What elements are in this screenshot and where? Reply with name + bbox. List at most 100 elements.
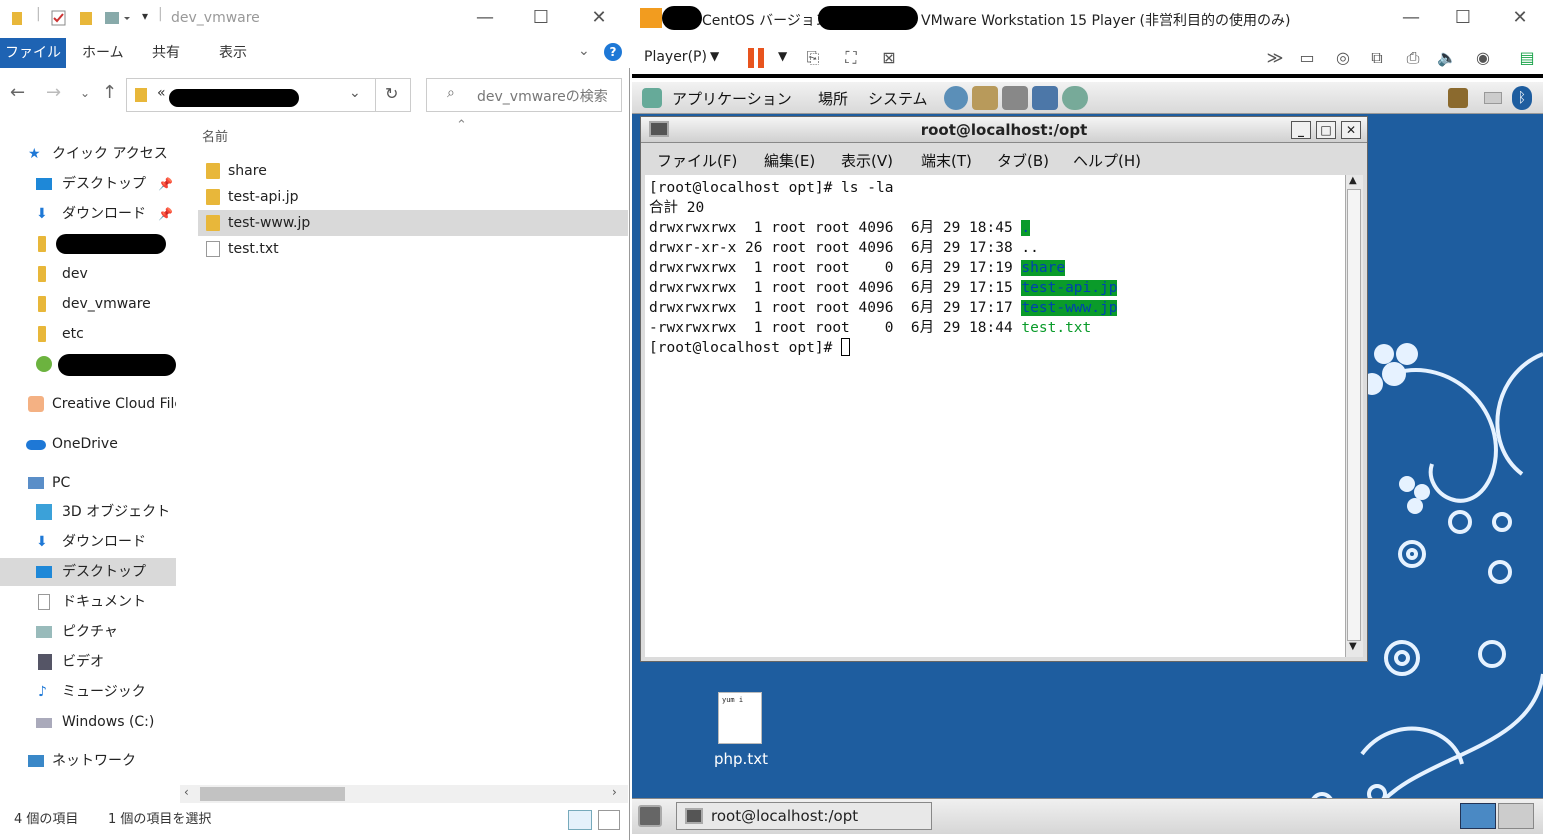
network-adapter-icon[interactable]: ⧉ bbox=[1366, 48, 1388, 68]
nav-pictures[interactable]: ピクチャ bbox=[0, 618, 176, 646]
nav-desktop[interactable]: デスクトップ 📌 bbox=[0, 170, 176, 198]
desktop-file-icon[interactable]: yum i bbox=[718, 692, 762, 744]
close-button[interactable]: ✕ bbox=[584, 6, 614, 32]
scroll-left-icon[interactable]: ‹ bbox=[184, 785, 189, 799]
nav-etc[interactable]: etc bbox=[0, 320, 176, 348]
horizontal-scrollbar[interactable]: ‹ › bbox=[180, 785, 628, 803]
recent-dropdown-icon[interactable]: ⌄ bbox=[80, 86, 90, 100]
update-icon[interactable] bbox=[1448, 88, 1468, 108]
new-folder-icon[interactable] bbox=[78, 9, 96, 27]
menu-places[interactable]: 場所 bbox=[818, 88, 848, 109]
workspace-2[interactable] bbox=[1498, 803, 1534, 829]
workspace-1[interactable] bbox=[1460, 803, 1496, 829]
file-row[interactable]: test-api.jp bbox=[198, 184, 628, 210]
scroll-up-icon[interactable]: ▲ bbox=[1349, 175, 1357, 186]
show-desktop-icon[interactable] bbox=[638, 805, 662, 827]
fullscreen-icon[interactable]: ⛶ bbox=[840, 48, 862, 68]
tab-share[interactable]: 共有 bbox=[152, 42, 180, 64]
nav-documents[interactable]: ドキュメント bbox=[0, 588, 176, 616]
menu-help[interactable]: ヘルプ(H) bbox=[1073, 150, 1141, 171]
qa-dropdown-icon[interactable]: ▾ bbox=[142, 9, 148, 23]
nav-pc-downloads[interactable]: ⬇ ダウンロード bbox=[0, 528, 176, 556]
bluetooth-icon[interactable]: ᛒ bbox=[1512, 86, 1532, 110]
scroll-thumb[interactable] bbox=[200, 787, 345, 801]
column-header-name[interactable]: 名前 bbox=[202, 126, 228, 145]
nav-dev[interactable]: dev bbox=[0, 260, 176, 288]
terminal-minimize-button[interactable]: _ bbox=[1291, 121, 1311, 139]
more-icon[interactable]: ≫ bbox=[1264, 48, 1286, 68]
scroll-right-icon[interactable]: › bbox=[612, 785, 617, 799]
maximize-button[interactable]: ☐ bbox=[1448, 6, 1478, 32]
menu-view[interactable]: 表示(V) bbox=[841, 150, 893, 171]
menu-applications[interactable]: アプリケーション bbox=[672, 88, 792, 109]
help-hat-icon[interactable] bbox=[1062, 86, 1088, 110]
address-dropdown-icon[interactable]: ⌄ bbox=[349, 85, 361, 101]
file-row[interactable]: test.txt bbox=[198, 236, 628, 262]
message-icon[interactable]: ▤ bbox=[1516, 48, 1538, 68]
back-icon[interactable]: ← bbox=[10, 82, 25, 103]
help-icon[interactable]: ? bbox=[604, 43, 622, 61]
forward-icon[interactable]: → bbox=[46, 82, 61, 103]
editor-icon[interactable] bbox=[1002, 86, 1028, 110]
nav-creative-cloud[interactable]: Creative Cloud Files bbox=[0, 390, 176, 418]
expand-ribbon-icon[interactable]: ⌄ bbox=[578, 43, 590, 59]
details-view-icon[interactable] bbox=[568, 810, 592, 830]
nav-music[interactable]: ♪ ミュージック bbox=[0, 678, 176, 706]
cd-icon[interactable]: ◎ bbox=[1332, 48, 1354, 68]
player-dropdown-icon[interactable]: ▼ bbox=[710, 49, 719, 63]
file-row-selected[interactable]: test-www.jp bbox=[198, 210, 628, 236]
address-field[interactable]: « ⌄ ↻ bbox=[126, 78, 411, 112]
tab-file[interactable]: ファイル bbox=[0, 38, 66, 68]
nav-dev-vmware[interactable]: dev_vmware bbox=[0, 290, 176, 318]
menu-edit[interactable]: 編集(E) bbox=[764, 150, 815, 171]
nav-3d-objects[interactable]: 3D オブジェクト bbox=[0, 498, 176, 526]
search-input[interactable]: ⌕ dev_vmwareの検索 bbox=[426, 78, 622, 112]
scroll-down-icon[interactable]: ▼ bbox=[1349, 641, 1357, 652]
scroll-thumb[interactable] bbox=[1347, 189, 1361, 641]
terminal-output[interactable]: [root@localhost opt]# ls -la 合計 20 drwxrwx… bbox=[645, 175, 1345, 657]
file-row[interactable]: share bbox=[198, 158, 628, 184]
presentation-icon[interactable] bbox=[1032, 86, 1058, 110]
close-button[interactable]: ✕ bbox=[1505, 6, 1535, 32]
printer-icon[interactable]: ⎙ bbox=[1402, 48, 1424, 68]
nav-windows-c[interactable]: Windows (C:) bbox=[0, 708, 176, 736]
nav-downloads[interactable]: ⬇ ダウンロード 📌 bbox=[0, 200, 176, 228]
mail-icon[interactable] bbox=[972, 86, 998, 110]
player-menu[interactable]: Player(P) bbox=[644, 49, 707, 65]
up-icon[interactable]: ↑ bbox=[102, 82, 117, 103]
terminal-scrollbar[interactable]: ▲ ▼ bbox=[1345, 175, 1363, 657]
nav-redacted-folder[interactable] bbox=[0, 230, 176, 258]
taskbar-terminal-button[interactable]: root@localhost:/opt bbox=[676, 802, 932, 830]
pause-icon[interactable] bbox=[748, 48, 754, 68]
minimize-button[interactable]: — bbox=[1396, 6, 1426, 32]
pause-dropdown-icon[interactable]: ▼ bbox=[778, 49, 787, 63]
menu-terminal[interactable]: 端末(T) bbox=[921, 150, 972, 171]
large-icons-view-icon[interactable] bbox=[598, 810, 620, 830]
nav-videos[interactable]: ビデオ bbox=[0, 648, 176, 676]
properties-icon[interactable] bbox=[50, 9, 68, 27]
nav-redacted-item[interactable] bbox=[0, 350, 176, 378]
maximize-button[interactable]: ☐ bbox=[526, 6, 556, 32]
nav-network[interactable]: ネットワーク bbox=[0, 747, 176, 775]
refresh-icon[interactable]: ↻ bbox=[385, 84, 398, 103]
unity-icon[interactable]: ⊠ bbox=[878, 48, 900, 68]
nav-pc-desktop[interactable]: デスクトップ bbox=[0, 558, 176, 586]
hdd-icon[interactable]: ▭ bbox=[1296, 48, 1318, 68]
nav-pc[interactable]: PC bbox=[0, 469, 176, 497]
camera-icon[interactable]: ◉ bbox=[1472, 48, 1494, 68]
guest-os-screen[interactable]: アプリケーション 場所 システム ᛒ root@localhost:/opt _… bbox=[632, 82, 1543, 834]
terminal-close-button[interactable]: ✕ bbox=[1341, 121, 1361, 139]
tab-view[interactable]: 表示 bbox=[219, 42, 247, 64]
desktop-file-label[interactable]: php.txt bbox=[714, 750, 768, 768]
menu-system[interactable]: システム bbox=[868, 88, 928, 109]
nav-onedrive[interactable]: OneDrive bbox=[0, 430, 176, 458]
send-keys-icon[interactable]: ⎘ bbox=[802, 48, 824, 68]
tab-home[interactable]: ホーム bbox=[82, 42, 124, 64]
sound-icon[interactable]: 🔈 bbox=[1436, 48, 1458, 68]
terminal-maximize-button[interactable]: □ bbox=[1316, 121, 1336, 139]
network-status-icon[interactable] bbox=[1484, 92, 1502, 104]
minimize-button[interactable]: — bbox=[470, 6, 500, 32]
menu-file[interactable]: ファイル(F) bbox=[657, 150, 737, 171]
customize-qa-icon[interactable] bbox=[104, 9, 136, 27]
nav-quick-access[interactable]: ★ クイック アクセス bbox=[0, 140, 176, 168]
